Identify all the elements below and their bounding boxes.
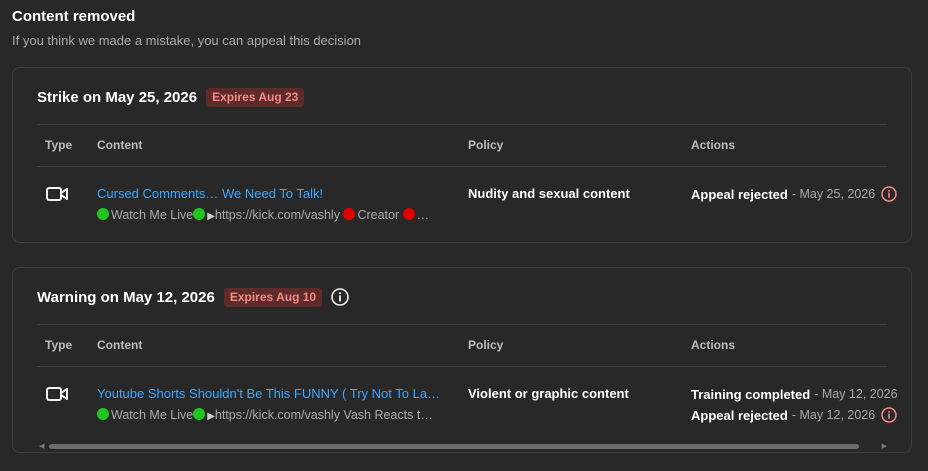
description-link-text: https://kick.com/vashly (214, 208, 340, 222)
alert-info-icon[interactable] (881, 186, 897, 202)
page-title: Content removed (12, 8, 136, 25)
warning-card: Warning on May 12, 2026 Expires Aug 10 T… (12, 267, 912, 453)
column-header-actions: Actions (691, 338, 736, 352)
card-title: Strike on May 25, 2026 (37, 88, 198, 106)
page-subtitle: If you think we made a mistake, you can … (12, 33, 362, 48)
scroll-right-arrow-icon[interactable]: ▶ (882, 442, 887, 450)
red-circle-icon (402, 208, 415, 220)
horizontal-scrollbar[interactable]: ◀ ▶ (37, 441, 887, 451)
action-status: Training completed (691, 386, 811, 402)
green-circle-icon (97, 208, 109, 220)
column-header-actions: Actions (691, 138, 736, 152)
description-link-text: https://kick.com/vashly Vash Reacts to F… (214, 408, 437, 422)
table-row: Youtube Shorts Shouldn't Be This FUNNY (… (37, 367, 898, 437)
video-camera-icon (46, 186, 68, 207)
page-header: Content removed If you think we made a m… (12, 8, 361, 49)
info-icon[interactable] (331, 288, 349, 306)
action-status: Appeal rejected (691, 186, 788, 202)
green-circle-icon (193, 408, 206, 420)
strike-card: Strike on May 25, 2026 Expires Aug 23 Ty… (12, 67, 912, 243)
policy-cell: Nudity and sexual content (468, 186, 630, 201)
description-text: Watch Me Live (111, 408, 194, 422)
green-circle-icon (97, 408, 109, 420)
scrollbar-thumb[interactable] (49, 444, 859, 449)
card-header: Warning on May 12, 2026 Expires Aug 10 (37, 287, 349, 307)
play-icon: ▶ (207, 411, 215, 422)
video-description: Watch Me Live ▶https://kick.com/vashly Cr… (97, 208, 437, 224)
content-table: Type Content Policy Actions Youtube Shor… (37, 324, 898, 437)
video-title-link[interactable]: Cursed Comments… We Need To Talk! (97, 186, 452, 201)
description-more-text: … (416, 208, 430, 222)
actions-cell: Appeal rejected - May 25, 2026 (691, 185, 897, 206)
column-header-policy: Policy (468, 338, 504, 352)
column-header-policy: Policy (468, 138, 504, 152)
red-circle-icon (343, 208, 356, 220)
action-date: - May 25, 2026 (791, 187, 876, 201)
column-header-type: Type (45, 338, 73, 352)
video-camera-icon (46, 386, 68, 407)
card-title: Warning on May 12, 2026 (37, 288, 215, 306)
policy-cell: Violent or graphic content (468, 386, 629, 401)
content-cell: Cursed Comments… We Need To Talk! Watch … (97, 186, 452, 224)
video-description: Watch Me Live ▶https://kick.com/vashly Va… (97, 408, 437, 424)
column-header-content: Content (97, 338, 143, 352)
alert-info-icon[interactable] (881, 407, 897, 423)
description-tail-text: Creator (357, 208, 400, 222)
action-item: Training completed - May 12, 2026 (691, 385, 898, 403)
scroll-left-arrow-icon[interactable]: ◀ (39, 442, 44, 450)
table-header: Type Content Policy Actions (37, 124, 887, 167)
action-item: Appeal rejected - May 12, 2026 (691, 406, 898, 424)
green-circle-icon (193, 208, 206, 220)
content-cell: Youtube Shorts Shouldn't Be This FUNNY (… (97, 386, 452, 424)
action-date: - May 12, 2026 (814, 387, 898, 401)
action-date: - May 12, 2026 (791, 408, 876, 422)
expires-badge: Expires Aug 10 (223, 287, 323, 307)
column-header-content: Content (97, 138, 143, 152)
video-title-link[interactable]: Youtube Shorts Shouldn't Be This FUNNY (… (97, 386, 445, 401)
actions-cell: Training completed - May 12, 2026 Appeal… (691, 385, 898, 427)
action-item: Appeal rejected - May 25, 2026 (691, 185, 897, 203)
description-text: Watch Me Live (111, 208, 194, 222)
expires-badge: Expires Aug 23 (206, 87, 305, 107)
column-header-type: Type (45, 138, 73, 152)
play-icon: ▶ (207, 211, 215, 222)
content-table: Type Content Policy Actions Cursed Comme… (37, 124, 897, 237)
table-header: Type Content Policy Actions (37, 324, 887, 367)
action-status: Appeal rejected (691, 407, 788, 423)
table-row: Cursed Comments… We Need To Talk! Watch … (37, 167, 897, 237)
card-header: Strike on May 25, 2026 Expires Aug 23 (37, 87, 305, 107)
